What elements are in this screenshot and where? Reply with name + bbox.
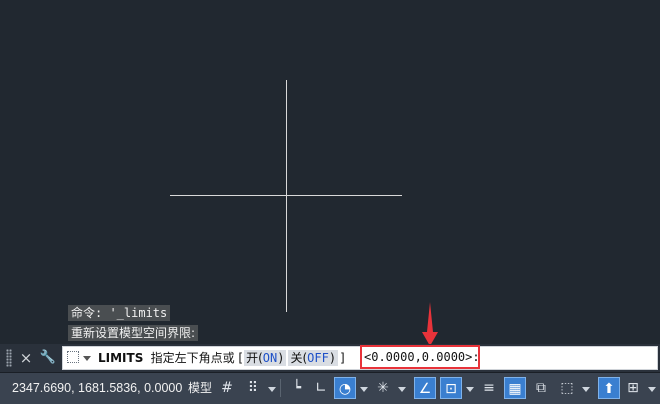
close-icon[interactable]: ×	[17, 348, 35, 368]
customize-icon[interactable]: 🔧	[39, 348, 57, 368]
chevron-down-icon[interactable]	[648, 387, 656, 392]
object-snap-tracking-icon[interactable]: ∠	[414, 377, 436, 399]
infer-constraints-icon[interactable]: ┕	[286, 377, 308, 399]
chevron-down-icon[interactable]	[466, 387, 474, 392]
recent-commands-icon[interactable]	[67, 351, 79, 363]
status-bar: 2347.6690, 1681.5836, 0.0000 模型 # ⠿ ┕ ∟ …	[0, 372, 660, 404]
drawing-canvas[interactable]	[0, 0, 660, 344]
option-on[interactable]: 开(ON)	[244, 350, 287, 366]
annotation-arrow-icon	[422, 302, 438, 346]
coordinate-readout[interactable]: 2347.6690, 1681.5836, 0.0000	[0, 373, 192, 404]
command-prompt: LIMITS 指定左下角点或 [开(ON) 关(OFF)]	[98, 347, 346, 369]
chevron-down-icon[interactable]	[582, 387, 590, 392]
annotation-monitor-icon[interactable]: ⬆	[598, 377, 620, 399]
isodraft-icon[interactable]: ✳	[372, 377, 394, 399]
selection-cycling-icon[interactable]: ⧉	[530, 377, 552, 399]
snap-icon[interactable]: ⠿	[242, 377, 264, 399]
crosshair-vertical	[286, 80, 287, 312]
option-off[interactable]: 关(OFF)	[288, 350, 339, 366]
lineweight-icon[interactable]: ≡	[478, 377, 500, 399]
gizmo-icon[interactable]: ⬚	[556, 377, 578, 399]
transparency-icon[interactable]: ▦	[504, 377, 526, 399]
command-line-bar: × 🔧 LIMITS 指定左下角点或 [开(ON) 关(OFF)] <0.0000…	[0, 344, 660, 372]
chevron-down-icon[interactable]	[83, 356, 91, 361]
object-snap-icon[interactable]: ⊡	[440, 377, 462, 399]
polar-tracking-icon[interactable]: ◔	[334, 377, 356, 399]
ortho-icon[interactable]: ∟	[310, 377, 332, 399]
close-bracket: ]	[339, 351, 347, 365]
chevron-down-icon[interactable]	[398, 387, 406, 392]
command-history-line: 重新设置模型空间界限:	[68, 325, 199, 341]
chevron-down-icon[interactable]	[268, 387, 276, 392]
prompt-text: 指定左下角点或 [	[150, 351, 244, 365]
model-tab[interactable]: 模型	[185, 377, 215, 399]
command-name: LIMITS	[98, 351, 144, 365]
command-history-line: 命令: '_limits	[68, 305, 171, 321]
grid-icon[interactable]: #	[216, 377, 238, 399]
chevron-down-icon[interactable]	[360, 387, 368, 392]
default-value: <0.0000,0.0000>:	[360, 345, 480, 369]
drag-handle-icon[interactable]	[6, 349, 12, 367]
command-input[interactable]: LIMITS 指定左下角点或 [开(ON) 关(OFF)] <0.0000,0.0…	[62, 345, 658, 370]
ucs-icon[interactable]: ⊞	[622, 377, 644, 399]
